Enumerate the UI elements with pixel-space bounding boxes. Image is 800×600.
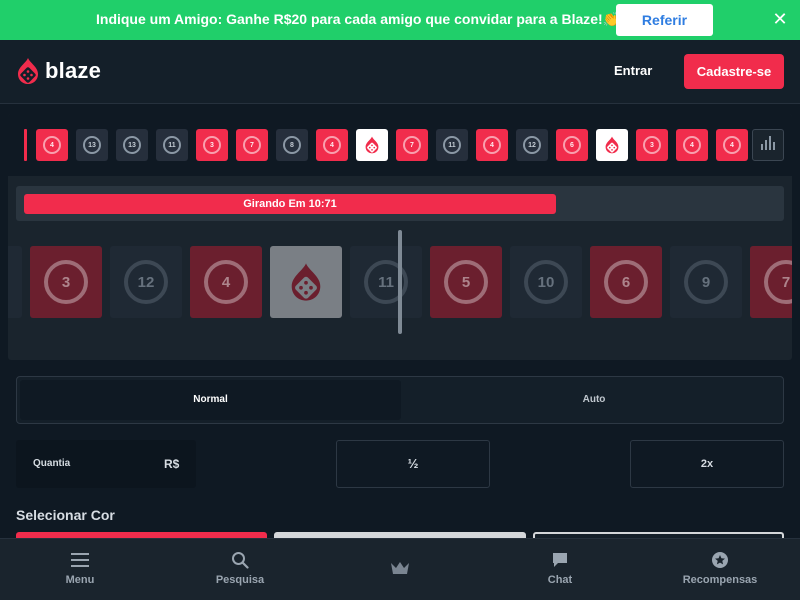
result-number: 3 xyxy=(203,136,221,154)
tile-number: 12 xyxy=(124,260,168,304)
recent-result-black: 12 xyxy=(516,129,548,161)
logo-text: blaze xyxy=(45,58,102,83)
roulette-tile-black: 10 xyxy=(510,246,582,318)
nav-chat[interactable]: Chat xyxy=(520,539,600,600)
result-number: 4 xyxy=(723,136,741,154)
result-number: 13 xyxy=(123,136,141,154)
tile-number: 5 xyxy=(444,260,488,304)
nav-vip[interactable] xyxy=(370,539,430,600)
nav-rewards-label: Recompensas xyxy=(682,574,758,586)
recent-result-red: 4 xyxy=(716,129,748,161)
recent-result-red: 3 xyxy=(196,129,228,161)
roulette-tile-black xyxy=(8,246,22,318)
timer-text: Girando Em 10:71 xyxy=(243,198,337,210)
roulette-pointer xyxy=(398,230,402,334)
flame-dice-icon xyxy=(18,58,38,84)
history-scroll-edge xyxy=(24,129,27,161)
result-number: 4 xyxy=(323,136,341,154)
stats-bar-chart-icon[interactable] xyxy=(752,129,784,161)
tile-number: 9 xyxy=(684,260,728,304)
flame-dice-icon xyxy=(605,136,619,154)
result-number: 7 xyxy=(403,136,421,154)
half-bet-button[interactable]: ½ xyxy=(336,440,490,488)
result-number: 12 xyxy=(523,136,541,154)
roulette-tile-white xyxy=(270,246,342,318)
recent-results-list: 4 13 13 11 3 7 8 4 7 11 4 12 6 3 4 4 xyxy=(36,129,748,161)
recent-result-black: 11 xyxy=(436,129,468,161)
bet-mode-tabs: Normal Auto xyxy=(16,376,784,424)
result-number: 11 xyxy=(163,136,181,154)
recent-result-red: 4 xyxy=(316,129,348,161)
tile-number: 10 xyxy=(524,260,568,304)
star-badge-icon xyxy=(709,549,731,571)
roulette-tile-black: 9 xyxy=(670,246,742,318)
signup-button[interactable]: Cadastre-se xyxy=(684,54,784,89)
nav-menu[interactable]: Menu xyxy=(40,539,120,600)
recent-result-red: 3 xyxy=(636,129,668,161)
recent-result-black: 11 xyxy=(156,129,188,161)
hamburger-menu-icon xyxy=(69,549,91,571)
tile-number: 7 xyxy=(764,260,792,304)
nav-search[interactable]: Pesquisa xyxy=(200,539,280,600)
result-number: 4 xyxy=(683,136,701,154)
result-number: 13 xyxy=(83,136,101,154)
close-banner-icon[interactable]: ✕ xyxy=(772,9,788,29)
recent-result-black: 8 xyxy=(276,129,308,161)
roulette-tile-red: 6 xyxy=(590,246,662,318)
chat-bubble-icon xyxy=(549,549,571,571)
recent-result-red: 7 xyxy=(236,129,268,161)
recent-result-red: 7 xyxy=(396,129,428,161)
flame-dice-icon xyxy=(291,263,321,301)
recent-result-white xyxy=(356,129,388,161)
double-bet-button[interactable]: 2x xyxy=(630,440,784,488)
roulette-tile-red: 5 xyxy=(430,246,502,318)
bet-amount-label: Quantia xyxy=(33,458,71,469)
roulette-tile-black: 12 xyxy=(110,246,182,318)
recent-result-black: 13 xyxy=(76,129,108,161)
search-icon xyxy=(229,549,251,571)
roulette-tile-red: 7 xyxy=(750,246,792,318)
tab-auto[interactable]: Auto xyxy=(407,380,781,420)
referral-text: Indique um Amigo: Ganhe R$20 para cada a… xyxy=(96,11,621,27)
nav-rewards[interactable]: Recompensas xyxy=(670,539,770,600)
tab-normal[interactable]: Normal xyxy=(20,380,401,420)
select-color-heading: Selecionar Cor xyxy=(16,507,115,523)
recent-result-white xyxy=(596,129,628,161)
round-timer: Girando Em 10:71 xyxy=(16,186,784,221)
recent-result-red: 4 xyxy=(676,129,708,161)
tile-number: 6 xyxy=(604,260,648,304)
referral-button[interactable]: Referir xyxy=(616,4,713,36)
referral-banner: Indique um Amigo: Ganhe R$20 para cada a… xyxy=(0,0,800,40)
recent-results: 4 13 13 11 3 7 8 4 7 11 4 12 6 3 4 4 xyxy=(8,114,792,176)
nav-menu-label: Menu xyxy=(65,574,95,586)
recent-result-red: 4 xyxy=(476,129,508,161)
currency-label: R$ xyxy=(164,457,180,471)
tile-number: 4 xyxy=(204,260,248,304)
tile-number: 3 xyxy=(44,260,88,304)
result-number: 4 xyxy=(483,136,501,154)
bottom-navigation: Menu Pesquisa Chat Recompensas xyxy=(0,538,800,600)
result-number: 7 xyxy=(243,136,261,154)
roulette-tile-red: 3 xyxy=(30,246,102,318)
recent-result-red: 6 xyxy=(556,129,588,161)
top-header: blaze Entrar Cadastre-se xyxy=(0,40,800,104)
roulette-tile-black: 11 xyxy=(350,246,422,318)
result-number: 4 xyxy=(43,136,61,154)
nav-chat-label: Chat xyxy=(547,574,573,586)
login-link[interactable]: Entrar xyxy=(614,63,652,78)
result-number: 6 xyxy=(563,136,581,154)
recent-result-red: 4 xyxy=(36,129,68,161)
roulette-tile-red: 4 xyxy=(190,246,262,318)
crown-icon xyxy=(389,559,411,581)
nav-search-label: Pesquisa xyxy=(215,574,265,586)
result-number: 3 xyxy=(643,136,661,154)
result-number: 8 xyxy=(283,136,301,154)
result-number: 11 xyxy=(443,136,461,154)
recent-result-black: 13 xyxy=(116,129,148,161)
flame-dice-icon xyxy=(365,136,379,154)
blaze-logo[interactable]: blaze xyxy=(16,56,101,86)
